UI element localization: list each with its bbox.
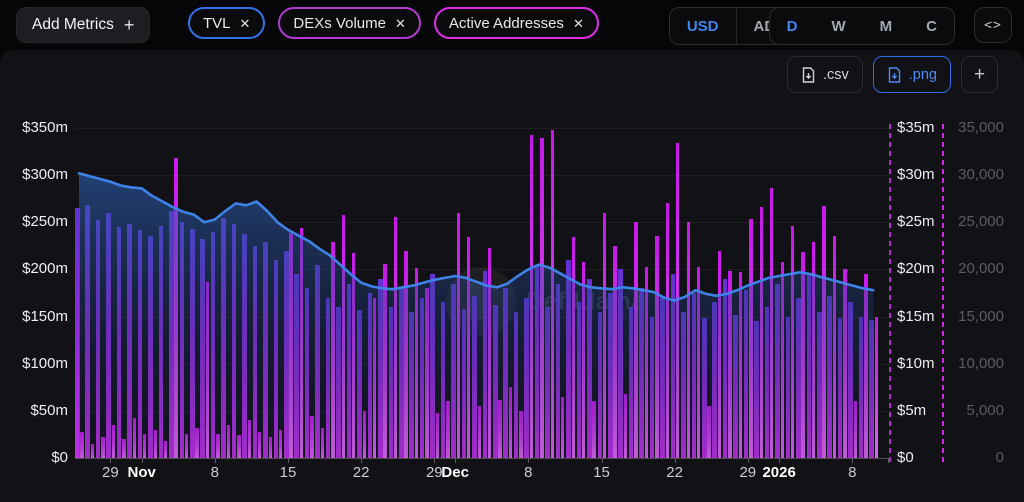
x-axis-label: 2026 xyxy=(762,464,795,481)
x-axis-label: 22 xyxy=(353,464,370,481)
x-axis-tick xyxy=(434,458,435,463)
file-download-icon xyxy=(887,67,902,83)
x-axis-label: 8 xyxy=(524,464,532,481)
x-axis-tick xyxy=(142,458,143,463)
export-row: .csv .png + xyxy=(787,56,998,93)
x-axis-label: 15 xyxy=(280,464,297,481)
metric-pill-label: TVL xyxy=(203,15,231,32)
y-axis-label-volume: $30m xyxy=(897,166,935,183)
x-axis-tick xyxy=(361,458,362,463)
x-axis-tick xyxy=(675,458,676,463)
y-axis-label-volume: $20m xyxy=(897,260,935,277)
x-axis-tick xyxy=(528,458,529,463)
file-download-icon xyxy=(801,67,816,83)
export-png-button[interactable]: .png xyxy=(873,56,951,93)
add-metrics-label: Add Metrics xyxy=(32,16,114,34)
interval-option-m[interactable]: M xyxy=(863,8,910,44)
x-axis-tick xyxy=(779,458,780,463)
plus-icon: + xyxy=(124,15,135,36)
x-axis-label: 15 xyxy=(593,464,610,481)
plus-icon: + xyxy=(974,64,985,86)
x-axis-label: 29 xyxy=(739,464,756,481)
embed-button[interactable]: <> xyxy=(974,7,1012,43)
y-axis-label-left: $200m xyxy=(0,260,68,277)
x-axis-line xyxy=(75,458,890,459)
interval-option-c[interactable]: C xyxy=(909,8,954,44)
x-axis-tick xyxy=(852,458,853,463)
y-axis-label-volume: $0 xyxy=(897,449,914,466)
metric-pill-label: Active Addresses xyxy=(449,15,564,32)
x-axis-label: 8 xyxy=(848,464,856,481)
y-axis-label-volume: $35m xyxy=(897,119,935,136)
metric-pills: TVL ✕ DEXs Volume ✕ Active Addresses ✕ xyxy=(188,7,599,39)
tvl-area-chart xyxy=(75,128,888,458)
y-axis-label-volume: $10m xyxy=(897,355,935,372)
x-axis-label: Nov xyxy=(128,464,156,481)
addresses-axis-dashed-line xyxy=(942,124,944,462)
y-axis-label-volume: $15m xyxy=(897,308,935,325)
metric-pill-active-addresses[interactable]: Active Addresses ✕ xyxy=(434,7,599,39)
x-axis-label: 8 xyxy=(211,464,219,481)
y-axis-label-left: $100m xyxy=(0,355,68,372)
export-csv-label: .csv xyxy=(823,67,849,83)
close-icon[interactable]: ✕ xyxy=(573,17,584,30)
y-axis-label-addresses: 30,000 xyxy=(948,166,1004,183)
x-axis-label: 29 xyxy=(102,464,119,481)
interval-option-w[interactable]: W xyxy=(814,8,862,44)
y-axis-label-left: $150m xyxy=(0,308,68,325)
y-axis-label-volume: $25m xyxy=(897,213,935,230)
x-axis-tick xyxy=(748,458,749,463)
x-axis-tick xyxy=(215,458,216,463)
x-axis-label: 22 xyxy=(666,464,683,481)
y-axis-label-addresses: 20,000 xyxy=(948,260,1004,277)
interval-option-d[interactable]: D xyxy=(770,8,815,44)
interval-toggle: DWMC xyxy=(769,7,955,45)
close-icon[interactable]: ✕ xyxy=(240,17,251,30)
y-axis-label-left: $300m xyxy=(0,166,68,183)
x-axis-tick xyxy=(602,458,603,463)
y-axis-label-left: $0 xyxy=(0,449,68,466)
defillama-chart-page: Add Metrics + TVL✕DEXs Volume✕Active Add… xyxy=(0,0,1024,502)
y-axis-label-addresses: 10,000 xyxy=(948,355,1004,372)
y-axis-label-volume: $5m xyxy=(897,402,926,419)
y-axis-label-addresses: 25,000 xyxy=(948,213,1004,230)
y-axis-label-addresses: 5,000 xyxy=(948,402,1004,419)
y-axis-label-left: $350m xyxy=(0,119,68,136)
x-axis-tick xyxy=(455,458,456,463)
metric-pill-label: DEXs Volume xyxy=(293,15,386,32)
y-axis-label-left: $50m xyxy=(0,402,68,419)
y-axis-label-addresses: 15,000 xyxy=(948,308,1004,325)
export-csv-button[interactable]: .csv xyxy=(787,56,863,93)
export-png-label: .png xyxy=(909,67,937,83)
x-axis-label: 29 xyxy=(426,464,443,481)
metric-pill-dexs-volume[interactable]: DEXs Volume ✕ xyxy=(278,7,420,39)
x-axis-tick xyxy=(288,458,289,463)
add-metrics-button[interactable]: Add Metrics + xyxy=(16,7,150,43)
metric-pill-tvl[interactable]: TVL ✕ xyxy=(188,7,265,39)
x-axis-label: Dec xyxy=(441,464,469,481)
code-icon: <> xyxy=(984,18,1002,33)
y-axis-label-addresses: 35,000 xyxy=(948,119,1004,136)
x-axis-tick xyxy=(110,458,111,463)
close-icon[interactable]: ✕ xyxy=(395,17,406,30)
currency-option-usd[interactable]: USD xyxy=(670,8,736,44)
add-export-button[interactable]: + xyxy=(961,56,998,93)
y-axis-label-addresses: 0 xyxy=(948,449,1004,466)
tvl-area xyxy=(79,173,873,458)
y-axis-label-left: $250m xyxy=(0,213,68,230)
toolbar: Add Metrics + TVL✕DEXs Volume✕Active Add… xyxy=(0,0,1024,50)
